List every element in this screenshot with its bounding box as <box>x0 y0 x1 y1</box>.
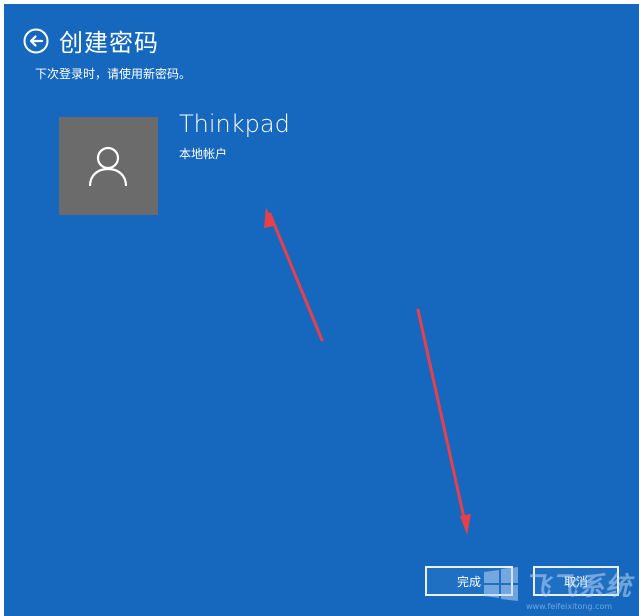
watermark-url: www.feifeixitong.com <box>526 602 613 611</box>
account-type: 本地帐户 <box>179 147 228 161</box>
page-subtitle: 下次登录时，请使用新密码。 <box>35 67 192 81</box>
page-title: 创建密码 <box>59 29 159 57</box>
annotation-arrow-down <box>416 308 468 529</box>
create-password-screen: 创建密码 下次登录时，请使用新密码。 Thinkpad 本地帐户 完成 取消 飞… <box>4 4 639 616</box>
back-arrow-circle-icon <box>23 28 49 54</box>
account-name: Thinkpad <box>179 110 290 138</box>
finish-button[interactable]: 完成 <box>425 566 513 596</box>
user-silhouette-icon <box>88 146 128 187</box>
annotation-arrows <box>264 207 471 535</box>
avatar <box>59 117 158 215</box>
annotation-arrowhead-down <box>460 514 471 535</box>
back-button[interactable] <box>23 28 49 54</box>
cancel-button[interactable]: 取消 <box>533 566 619 596</box>
annotation-arrowhead-up <box>264 207 274 228</box>
annotation-arrow-up <box>268 212 324 342</box>
